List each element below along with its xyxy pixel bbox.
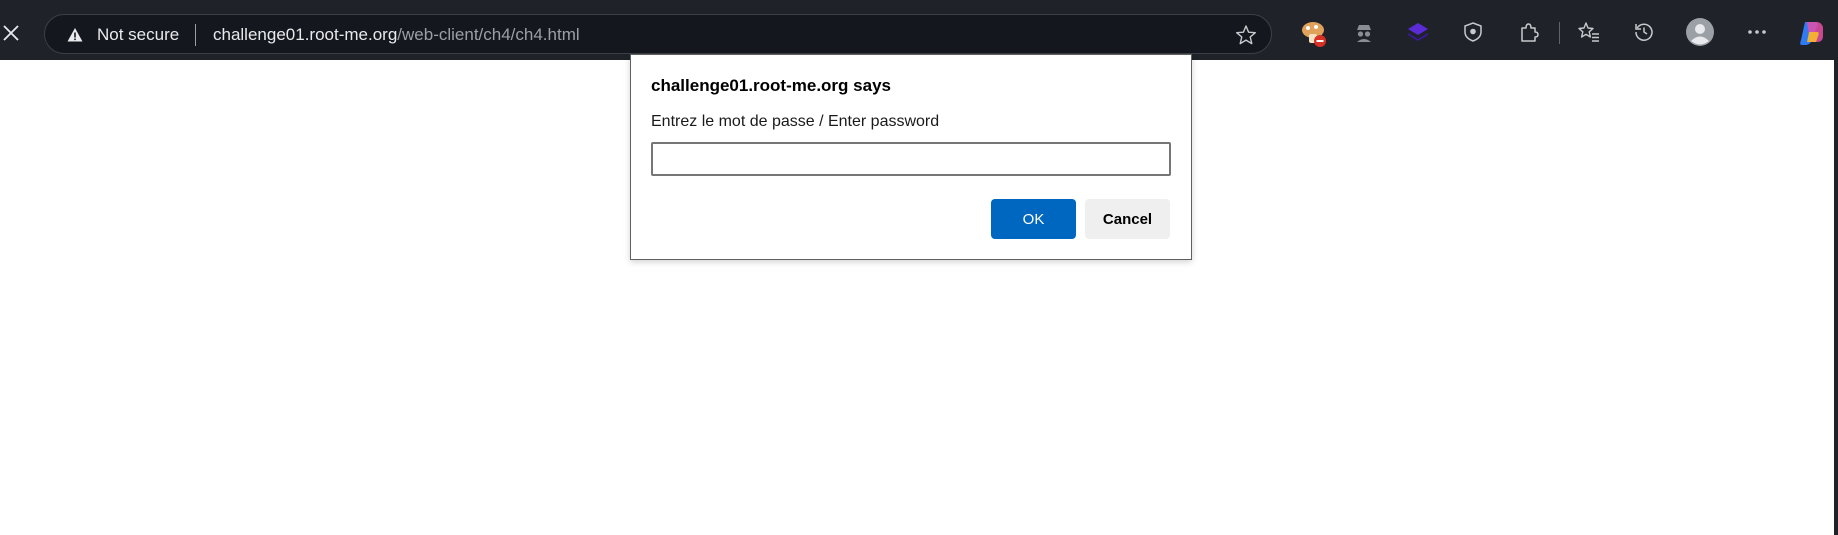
extension-stack-icon[interactable] [1406, 20, 1430, 44]
cancel-button[interactable]: Cancel [1085, 199, 1170, 239]
url-path: /web-client/ch4/ch4.html [397, 25, 580, 44]
warning-icon[interactable] [67, 27, 83, 43]
password-input[interactable] [651, 142, 1171, 176]
copilot-icon[interactable] [1797, 18, 1825, 46]
address-bar[interactable]: Not secure challenge01.root-me.org/web-c… [44, 14, 1272, 54]
security-status[interactable]: Not secure [97, 25, 179, 45]
shield-extension-icon[interactable] [1461, 20, 1485, 44]
toolbar-divider [1559, 22, 1560, 44]
extension-spy-icon[interactable] [1352, 20, 1376, 44]
history-icon[interactable] [1632, 20, 1656, 44]
prompt-dialog: challenge01.root-me.org says Entrez le m… [630, 54, 1192, 260]
favorites-icon[interactable] [1577, 20, 1601, 44]
close-tab-icon[interactable] [0, 22, 22, 44]
url-text[interactable]: challenge01.root-me.org/web-client/ch4/c… [213, 25, 580, 45]
omnibox-divider [195, 24, 196, 46]
dialog-message: Entrez le mot de passe / Enter password [651, 113, 940, 130]
favorite-star-icon[interactable] [1235, 24, 1257, 46]
extension-mushroom-icon[interactable] [1300, 20, 1328, 48]
more-menu-icon[interactable] [1745, 20, 1769, 44]
scrollbar[interactable] [1834, 60, 1838, 535]
url-host: challenge01.root-me.org [213, 25, 398, 44]
extensions-puzzle-icon[interactable] [1516, 20, 1540, 44]
dialog-title: challenge01.root-me.org says [651, 76, 891, 95]
ok-button[interactable]: OK [991, 199, 1076, 239]
browser-toolbar: Not secure challenge01.root-me.org/web-c… [0, 0, 1838, 60]
profile-avatar-icon[interactable] [1686, 18, 1714, 46]
